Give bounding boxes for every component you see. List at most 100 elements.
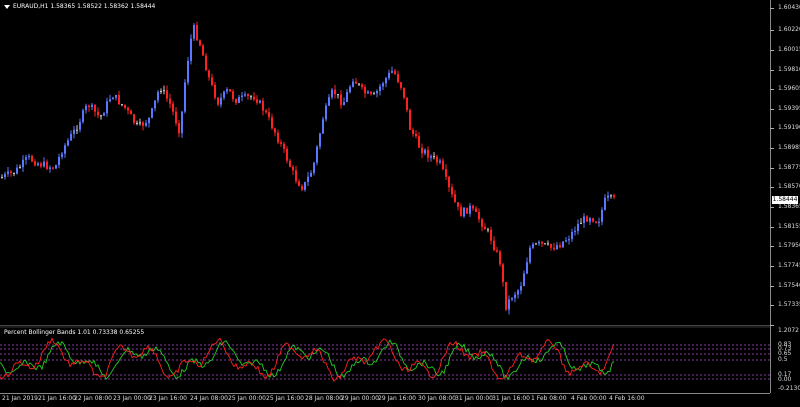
candle-body xyxy=(412,129,414,134)
candle-body xyxy=(571,232,573,240)
candle-body xyxy=(523,273,525,287)
candle-body xyxy=(43,161,45,167)
candle-body xyxy=(208,70,210,78)
candle-body xyxy=(97,111,99,116)
candle-body xyxy=(214,84,216,98)
time-label: 25 Jan 16:00 xyxy=(266,395,304,402)
candle-body xyxy=(169,98,171,104)
candle-body xyxy=(346,92,348,102)
price-tick-label: 1.59810 xyxy=(778,66,800,73)
candle-body xyxy=(196,24,198,41)
time-label: 21 Jan 2019 xyxy=(2,395,38,402)
price-tick-label: 1.59395 xyxy=(778,105,800,112)
time-label: 28 Jan 08:00 xyxy=(305,395,343,402)
candle-body xyxy=(148,117,150,124)
candle-body xyxy=(226,89,228,92)
candle-body xyxy=(535,243,537,245)
time-label: 31 Jan 16:00 xyxy=(492,395,530,402)
candle-body xyxy=(7,171,9,174)
time-label: 24 Jan 08:00 xyxy=(190,395,228,402)
candle-body xyxy=(430,156,432,158)
candle-body xyxy=(514,294,516,299)
candle-body xyxy=(88,105,90,108)
candle-body xyxy=(238,96,240,104)
candle-body xyxy=(490,229,492,241)
price-chart-panel[interactable] xyxy=(0,0,770,325)
dropdown-triangle-icon[interactable] xyxy=(4,4,10,9)
candle-body xyxy=(100,115,102,117)
price-tick-label: 1.58155 xyxy=(778,223,800,230)
candle-body xyxy=(427,149,429,158)
candle-body xyxy=(166,90,168,99)
candle-body xyxy=(586,216,588,222)
candle-body xyxy=(40,163,42,167)
candle-body xyxy=(397,73,399,83)
price-tick-label: 1.59190 xyxy=(778,124,800,131)
candle-body xyxy=(355,81,357,84)
candle-body xyxy=(613,195,615,197)
price-tick-label: 1.57335 xyxy=(778,301,800,308)
candle-body xyxy=(508,299,510,310)
candle-body xyxy=(289,160,291,167)
price-tick-mark xyxy=(770,109,774,110)
candle-body xyxy=(79,121,81,130)
candle-body xyxy=(103,113,105,116)
candle-body xyxy=(517,290,519,295)
candle-body xyxy=(418,136,420,148)
candle-body xyxy=(115,94,117,98)
candle-body xyxy=(307,176,309,182)
price-tick-label: 1.59605 xyxy=(778,85,800,92)
candle-body xyxy=(106,101,108,114)
candle-body xyxy=(121,104,123,106)
candle-body xyxy=(265,110,267,113)
candle-body xyxy=(202,45,204,56)
candle-body xyxy=(364,87,366,94)
candle-body xyxy=(361,84,363,88)
candle-body xyxy=(568,239,570,241)
candle-body xyxy=(16,167,18,174)
candle-body xyxy=(82,110,84,122)
time-label: 4 Feb 16:00 xyxy=(609,395,645,402)
candle-body xyxy=(469,205,471,214)
candle-body xyxy=(448,176,450,188)
candle-body xyxy=(271,117,273,129)
price-tick-label: 1.57950 xyxy=(778,242,800,249)
candle-body xyxy=(520,286,522,291)
price-tick-mark xyxy=(770,128,774,129)
candle-body xyxy=(55,165,57,169)
candle-body xyxy=(445,169,447,177)
candle-body xyxy=(589,218,591,222)
price-tick-mark xyxy=(770,30,774,31)
indicator-tick-label: 0.5 xyxy=(778,356,788,363)
price-tick-mark xyxy=(770,8,774,9)
candle-body xyxy=(382,83,384,87)
candle-body xyxy=(151,108,153,118)
candle-body xyxy=(442,160,444,170)
candle-body xyxy=(391,70,393,73)
candle-body xyxy=(187,60,189,83)
candle-body xyxy=(577,223,579,232)
candle-body xyxy=(160,91,162,93)
candle-body xyxy=(532,243,534,248)
price-tick-label: 1.58775 xyxy=(778,164,800,171)
candle-body xyxy=(142,122,144,126)
indicator-panel[interactable] xyxy=(0,327,770,393)
chart-window[interactable]: EURAUD,H1 1.58365 1.58522 1.58362 1.5844… xyxy=(0,0,800,406)
candle-body xyxy=(487,229,489,231)
candle-body xyxy=(484,226,486,230)
candle-body xyxy=(466,207,468,214)
candle-body xyxy=(328,97,330,106)
candle-body xyxy=(19,167,21,169)
candle-body xyxy=(325,105,327,120)
candle-body xyxy=(163,90,165,92)
candle-body xyxy=(406,97,408,110)
price-tick-mark xyxy=(770,325,774,326)
candle-body xyxy=(601,209,603,222)
candle-body xyxy=(559,245,561,248)
candle-body xyxy=(256,99,258,103)
price-tick-mark xyxy=(770,148,774,149)
candle-body xyxy=(607,195,609,198)
indicator-title: Percent Bollinger Bands 1.01 0.73338 0.6… xyxy=(4,329,145,336)
candle-body xyxy=(61,153,63,158)
candle-body xyxy=(22,159,24,168)
